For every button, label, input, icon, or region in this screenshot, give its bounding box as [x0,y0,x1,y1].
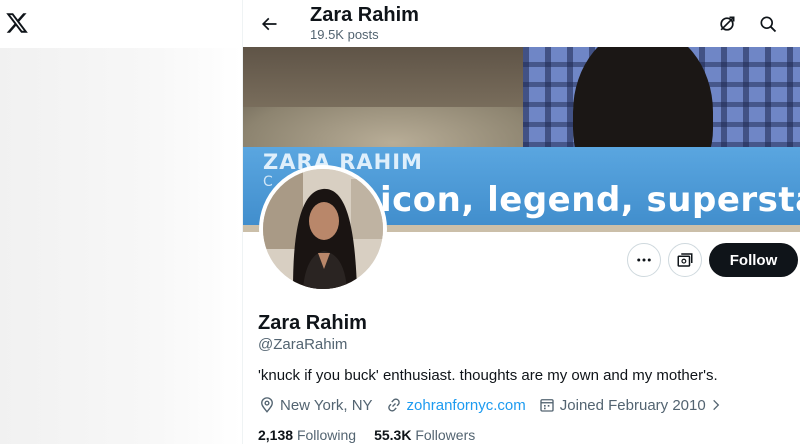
calendar-icon [540,399,554,412]
following-stat[interactable]: 2,138 Following [258,427,356,443]
follow-button[interactable]: Follow [709,243,798,277]
following-count: 2,138 [258,427,297,443]
following-label: Following [296,427,357,443]
profile-name: Zara Rahim [258,312,367,334]
profile-bio: 'knuck if you buck' enthusiast. thoughts… [258,367,718,384]
back-arrow-icon [261,17,277,31]
profile-column: Zara Rahim 19.5K posts ZARA RAHIM C icon… [242,0,800,444]
lower-third-quote: icon, legend, superstar [380,180,800,220]
website-item[interactable]: zohranfornyc.com [385,396,526,414]
joined-text: Joined February 2010 [559,396,706,414]
profile-stats: 2,138 Following 55.3K Followers [258,427,493,443]
grok-icon [720,16,735,31]
followers-label: Followers [415,427,476,443]
followers-stat[interactable]: 55.3K Followers [374,427,475,443]
location-icon [261,397,273,413]
link-icon [387,398,400,412]
profile-meta: New York, NY zohranfornyc.com Joined Feb… [258,395,739,415]
chevron-right-icon [712,399,719,411]
header-title: Zara Rahim [310,4,419,26]
grok-button[interactable] [711,8,743,40]
location-text: New York, NY [280,396,373,414]
x-logo-icon[interactable] [5,11,29,35]
more-icon [637,258,651,262]
header-post-count: 19.5K posts [310,27,379,42]
left-rail-top [0,0,242,48]
website-link[interactable]: zohranfornyc.com [407,397,526,414]
joined-item[interactable]: Joined February 2010 [538,396,727,414]
back-button[interactable] [253,8,285,40]
profile-handle: @ZaraRahim [258,336,348,353]
avatar[interactable] [259,165,387,293]
followers-count: 55.3K [374,427,416,443]
subscribe-button[interactable] [668,243,702,277]
avatar-photo [263,169,383,289]
more-button[interactable] [627,243,661,277]
location-item: New York, NY [258,396,373,414]
lower-third-sub: C [263,174,273,190]
search-icon [760,16,777,33]
left-rail [0,0,242,444]
profile-header: Zara Rahim 19.5K posts [243,0,800,47]
subscribe-icon [677,253,693,267]
search-button[interactable] [752,8,784,40]
